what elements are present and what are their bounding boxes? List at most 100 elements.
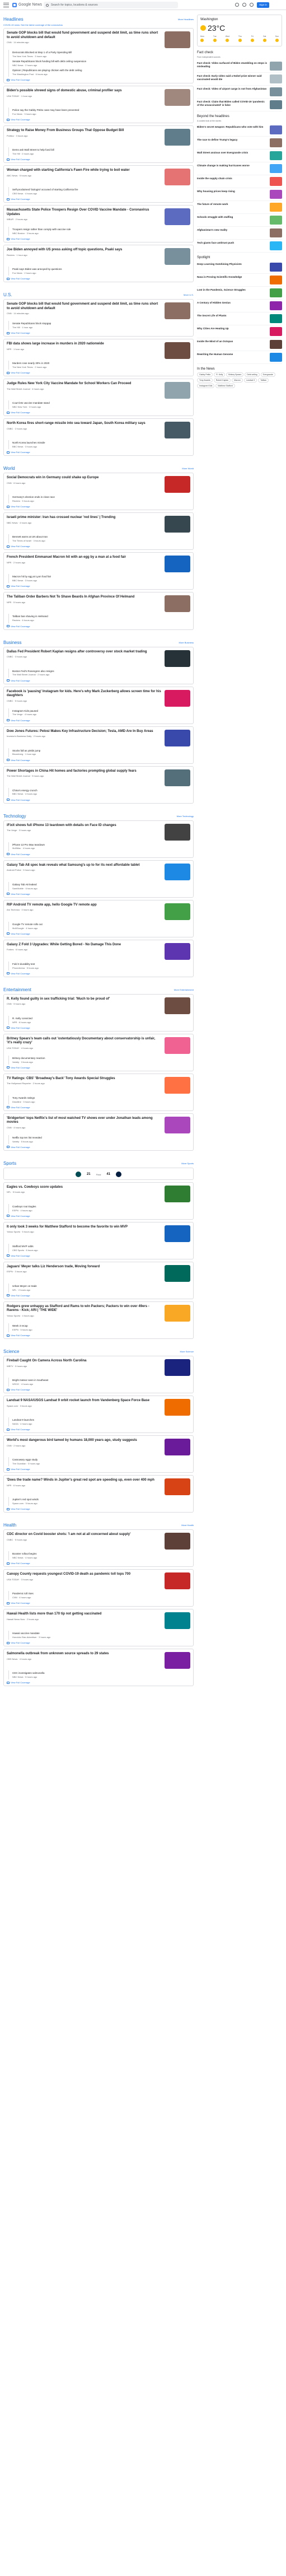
sidebar-thumbnail[interactable]	[270, 353, 282, 362]
related-story[interactable]: Landsat 9 launches NASA · 4 hours ago	[8, 1417, 190, 1427]
related-headline[interactable]: Court lets vaccine mandate stand	[12, 402, 190, 405]
story-headline[interactable]: Eagles vs. Cowboys score updates	[7, 1186, 63, 1190]
sidebar-story[interactable]: Fact check: Video surfaced of Biden stum…	[197, 60, 282, 73]
full-coverage-link[interactable]: View Full Coverage	[7, 679, 190, 682]
related-story[interactable]: Netflix top ten list revealed Variety · 5…	[8, 1135, 190, 1144]
related-story[interactable]: Stocks fall as yields jump Bloomberg · 1 …	[8, 748, 190, 757]
story-thumbnail[interactable]	[165, 729, 190, 746]
full-coverage-link[interactable]: View Full Coverage	[7, 1508, 190, 1510]
full-coverage-link[interactable]: View Full Coverage	[7, 719, 190, 722]
story-headline[interactable]: R. Kelly found guilty in sex trafficking…	[7, 997, 110, 1002]
section-title[interactable]: U.S.	[3, 292, 12, 297]
related-headline[interactable]: Germany's election ends in close race	[12, 496, 190, 499]
full-coverage-link[interactable]: View Full Coverage	[7, 332, 190, 334]
story-headline[interactable]: Salmonella outbreak from unknown source …	[7, 1652, 109, 1656]
sidebar-thumbnail[interactable]	[270, 190, 282, 199]
topic-chip[interactable]: Instagram Kids	[197, 384, 215, 388]
full-coverage-link[interactable]: View Full Coverage	[7, 1681, 190, 1684]
related-headline[interactable]: Netflix top ten list revealed	[12, 1136, 190, 1140]
related-headline[interactable]: Pandemic toll rises	[12, 1592, 190, 1595]
story-thumbnail[interactable]	[165, 650, 190, 667]
related-headline[interactable]: Google TV remote rolls out	[12, 923, 190, 926]
sidebar-thumbnail[interactable]	[270, 288, 282, 297]
story-thumbnail[interactable]	[165, 208, 190, 226]
topic-chip[interactable]: Debt ceiling	[245, 372, 260, 377]
section-title[interactable]: Sports	[3, 1161, 16, 1166]
story-thumbnail[interactable]	[165, 823, 190, 841]
related-story[interactable]: Macron hit by egg at Lyon food fair BBC N…	[8, 574, 190, 584]
related-story[interactable]: Senate Republicans block funding bill wi…	[8, 59, 190, 68]
sidebar-thumbnail[interactable]	[270, 177, 282, 186]
full-coverage-link[interactable]: View Full Coverage	[7, 277, 190, 280]
full-coverage-link[interactable]: View Full Coverage	[7, 972, 190, 975]
full-coverage-link[interactable]: View Full Coverage	[7, 1254, 190, 1257]
sidebar-headline[interactable]: Why Cities Are Heating Up	[197, 327, 229, 336]
story-thumbnail[interactable]	[165, 248, 190, 265]
related-story[interactable]: Taliban ban shaving in Helmand Reuters · …	[8, 614, 190, 623]
sidebar-thumbnail[interactable]	[270, 216, 282, 225]
full-coverage-link[interactable]: View Full Coverage	[7, 1026, 190, 1029]
story-headline[interactable]: Facebook is 'pausing' Instagram for kids…	[7, 690, 161, 698]
related-story[interactable]: Bright meteor seen in Southeast WSOC · 4 …	[8, 1378, 190, 1387]
story-thumbnail[interactable]	[165, 129, 190, 146]
sign-in-button[interactable]: Sign in	[257, 2, 269, 8]
related-story[interactable]: Boston Fed's Rosengren also resigns The W…	[8, 668, 190, 678]
section-title[interactable]: World	[3, 466, 15, 471]
related-story[interactable]: Cassowary eggs study The Guardian · 3 hou…	[8, 1457, 190, 1467]
related-headline[interactable]: Self-proclaimed 'biologist' accused of s…	[12, 188, 190, 192]
related-headline[interactable]: Instagram Kids paused	[12, 710, 190, 713]
related-story[interactable]: Stafford MVP odds CBS Sports · 6 hours ag…	[8, 1243, 190, 1253]
related-headline[interactable]: Britney documentary reaction	[12, 1057, 190, 1060]
full-coverage-link[interactable]: View Full Coverage	[7, 411, 190, 414]
related-headline[interactable]: Macron hit by egg at Lyon food fair	[12, 575, 190, 578]
sidebar-headline[interactable]: Fact check: Video of airport cargo is no…	[197, 87, 266, 96]
related-headline[interactable]: Police say the Gabby Petito case may hav…	[12, 109, 190, 112]
full-coverage-link[interactable]: View Full Coverage	[7, 1146, 190, 1149]
topic-chip[interactable]: Matthew Stafford	[215, 384, 235, 388]
story-thumbnail[interactable]	[165, 863, 190, 880]
full-coverage-link[interactable]: View Full Coverage	[7, 1334, 190, 1337]
topic-chip[interactable]: Macron	[232, 378, 243, 382]
related-story[interactable]: CDC investigates salmonella NBC News · 5 …	[8, 1670, 190, 1680]
full-coverage-link[interactable]: View Full Coverage	[7, 759, 190, 762]
story-headline[interactable]: CDC director on Covid booster shots: 'I …	[7, 1533, 131, 1537]
story-thumbnail[interactable]	[165, 476, 190, 493]
full-coverage-link[interactable]: View Full Coverage	[7, 1468, 190, 1471]
section-title[interactable]: Health	[3, 1523, 16, 1528]
section-title[interactable]: Business	[3, 640, 21, 645]
story-headline[interactable]: Massachusetts State Police Troopers Resi…	[7, 208, 161, 217]
sidebar-story[interactable]: Nasa is Proving Scientific Knowledge	[197, 274, 282, 287]
related-headline[interactable]: North Korea launches missile	[12, 441, 190, 445]
related-story[interactable]: Self-proclaimed 'biologist' accused of s…	[8, 187, 190, 197]
sidebar-story[interactable]: Fact check: Early video said a Nobel pri…	[197, 73, 282, 86]
related-headline[interactable]: Hawaii vaccine mandate	[12, 1632, 190, 1635]
sidebar-headline[interactable]: The Secret Life of Plants	[197, 314, 227, 323]
sidebar-story[interactable]: Why housing prices keep rising	[197, 188, 282, 201]
story-headline[interactable]: Power Shortages in China Hit homes and f…	[7, 769, 137, 774]
more-link[interactable]: More Health	[181, 1524, 194, 1527]
sidebar-thumbnail[interactable]	[270, 263, 282, 272]
search-input[interactable]: Search for topics, locations & sources	[44, 2, 178, 8]
sidebar-thumbnail[interactable]	[270, 203, 282, 212]
sidebar-story[interactable]: Inside the supply chain crisis	[197, 175, 282, 188]
story-thumbnail[interactable]	[165, 169, 190, 186]
related-story[interactable]: Opinion | Republicans are playing chicke…	[8, 68, 190, 77]
sidebar-story[interactable]: A Century of Hidden Genius	[197, 300, 282, 312]
more-link[interactable]: More Business	[179, 641, 194, 644]
settings-icon[interactable]	[242, 3, 246, 7]
related-headline[interactable]: Boston Fed's Rosengren also resigns	[12, 670, 190, 673]
sidebar-story[interactable]: Climate change is making hurricanes wors…	[197, 162, 282, 175]
section-title[interactable]: Technology	[3, 814, 26, 819]
story-headline[interactable]: RIP Android TV remote app, hello Google …	[7, 903, 97, 908]
apps-icon[interactable]	[250, 3, 254, 7]
story-headline[interactable]: Galaxy Tab A8 spec leak reveals what Sam…	[7, 864, 140, 868]
related-headline[interactable]: R. Kelly convicted	[12, 1017, 190, 1020]
story-headline[interactable]: Biden's possible shrewd signs of domesti…	[7, 89, 122, 94]
related-headline[interactable]: China's energy crunch	[12, 789, 190, 792]
sidebar-story[interactable]: Lost in the Pandemic, Science Struggles	[197, 287, 282, 300]
story-thumbnail[interactable]	[165, 1225, 190, 1242]
sidebar-story[interactable]: The race to define Trump's legacy	[197, 137, 282, 150]
sidebar-story[interactable]: Fact check: Claim that Biden called COVI…	[197, 99, 282, 111]
sidebar-headline[interactable]: Fact check: Early video said a Nobel pri…	[197, 74, 268, 83]
full-coverage-link[interactable]: View Full Coverage	[7, 198, 190, 200]
